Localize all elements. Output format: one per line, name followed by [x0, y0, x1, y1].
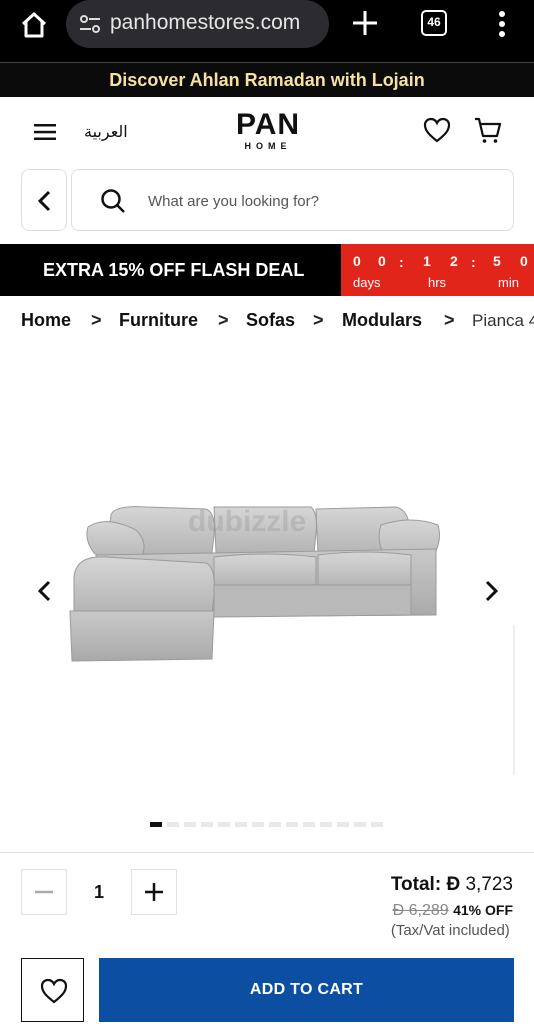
breadcrumb-sofas[interactable]: Sofas [246, 310, 295, 331]
timer-days-digit: 0 [378, 253, 386, 269]
overflow-menu-icon[interactable] [492, 9, 512, 39]
gallery-dot[interactable] [235, 822, 247, 827]
search-bar[interactable] [71, 169, 514, 231]
gallery-dot[interactable] [286, 822, 298, 827]
logo-sub: HOME [244, 141, 292, 151]
breadcrumb-furniture[interactable]: Furniture [119, 310, 198, 331]
divider [513, 625, 515, 775]
cart-icon[interactable] [472, 114, 504, 146]
quantity-decrease-button[interactable] [21, 869, 67, 915]
watermark: dubizzle [188, 505, 307, 538]
gallery-pagination[interactable] [150, 822, 390, 827]
gallery-dot[interactable] [269, 822, 281, 827]
menu-icon[interactable] [34, 124, 56, 140]
search-input[interactable] [148, 186, 488, 216]
breadcrumb-current: Pianca 4 [472, 311, 534, 330]
total-amount: 3,723 [465, 874, 513, 895]
url-text: panhomestores.com [110, 11, 301, 34]
add-to-cart-button[interactable]: ADD TO CART [99, 958, 514, 1022]
price-summary: Total: Đ 3,723 Đ 6,289 41% OFF (Tax/Vat … [391, 874, 513, 939]
add-to-wishlist-button[interactable] [21, 958, 84, 1022]
chevron-left-icon [37, 190, 51, 212]
flash-deal-label: EXTRA 15% OFF FLASH DEAL [0, 244, 341, 296]
gallery-dot[interactable] [150, 822, 162, 827]
timer-hrs-digit: 1 [423, 253, 431, 269]
site-header: العربية PAN HOME [0, 97, 534, 167]
timer-separator: : [399, 254, 404, 270]
countdown-timer: 0 0 : 1 2 : 5 0 days hrs min [341, 244, 534, 296]
new-tab-icon[interactable] [350, 8, 380, 38]
currency-symbol: Đ [446, 874, 461, 895]
chevron-right-icon[interactable] [482, 580, 500, 602]
gallery-dot[interactable] [184, 822, 196, 827]
total-price: Total: Đ 3,723 [391, 874, 513, 896]
browser-toolbar: panhomestores.com 46 [0, 0, 534, 62]
total-label: Total: [390, 874, 442, 895]
minus-icon [35, 890, 53, 894]
tax-note: (Tax/Vat included) [390, 922, 510, 939]
breadcrumb-separator: > [444, 310, 455, 330]
gallery-dot[interactable] [218, 822, 230, 827]
gallery-dot[interactable] [303, 822, 315, 827]
heart-icon [40, 978, 68, 1004]
gallery-dot[interactable] [252, 822, 264, 827]
breadcrumb-home[interactable]: Home [21, 310, 71, 331]
old-currency: Đ [392, 902, 405, 919]
gallery-dot[interactable] [167, 822, 179, 827]
timer-min-label: min [498, 275, 519, 290]
back-button[interactable] [21, 169, 67, 231]
quantity-increase-button[interactable] [131, 869, 177, 915]
heart-icon[interactable] [422, 115, 452, 145]
promo-banner[interactable]: Discover Ahlan Ramadan with Lojain [0, 62, 534, 97]
gallery-dot[interactable] [354, 822, 366, 827]
address-bar[interactable]: panhomestores.com [66, 0, 329, 48]
timer-separator: : [471, 254, 476, 270]
logo-brand: PAN [235, 108, 301, 141]
site-logo[interactable]: PAN HOME [217, 108, 319, 152]
gallery-dot[interactable] [201, 822, 213, 827]
timer-min-digit: 0 [520, 253, 528, 269]
quantity-value[interactable]: 1 [67, 869, 131, 915]
original-price: Đ 6,289 41% OFF [391, 902, 513, 920]
timer-min-digit: 5 [493, 253, 501, 269]
breadcrumb-separator: > [91, 310, 102, 330]
breadcrumb-separator: > [218, 310, 229, 330]
language-switch-link[interactable]: العربية [84, 122, 128, 142]
old-amount: 6,289 [408, 902, 449, 919]
chevron-left-icon[interactable] [36, 580, 54, 602]
breadcrumb-modulars[interactable]: Modulars [342, 310, 422, 331]
tab-switcher-button[interactable]: 46 [421, 10, 447, 36]
gallery-dot[interactable] [371, 822, 383, 827]
timer-days-digit: 0 [353, 253, 361, 269]
breadcrumb-separator: > [313, 310, 324, 330]
divider [0, 852, 534, 853]
gallery-dot[interactable] [337, 822, 349, 827]
timer-hrs-label: hrs [428, 275, 447, 290]
gallery-dot[interactable] [320, 822, 332, 827]
timer-days-label: days [353, 275, 381, 290]
site-settings-icon[interactable] [78, 12, 102, 36]
home-icon[interactable] [18, 9, 50, 41]
plus-icon [145, 883, 163, 901]
flash-deal-banner[interactable]: EXTRA 15% OFF FLASH DEAL 0 0 : 1 2 : 5 0… [0, 244, 534, 296]
search-icon[interactable] [100, 188, 126, 214]
product-gallery[interactable]: dubizzle [0, 345, 534, 845]
timer-hrs-digit: 2 [450, 253, 458, 269]
discount-badge: 41% OFF [453, 902, 513, 918]
breadcrumb: Home > Furniture > Sofas > Modulars > Pi… [21, 310, 534, 336]
